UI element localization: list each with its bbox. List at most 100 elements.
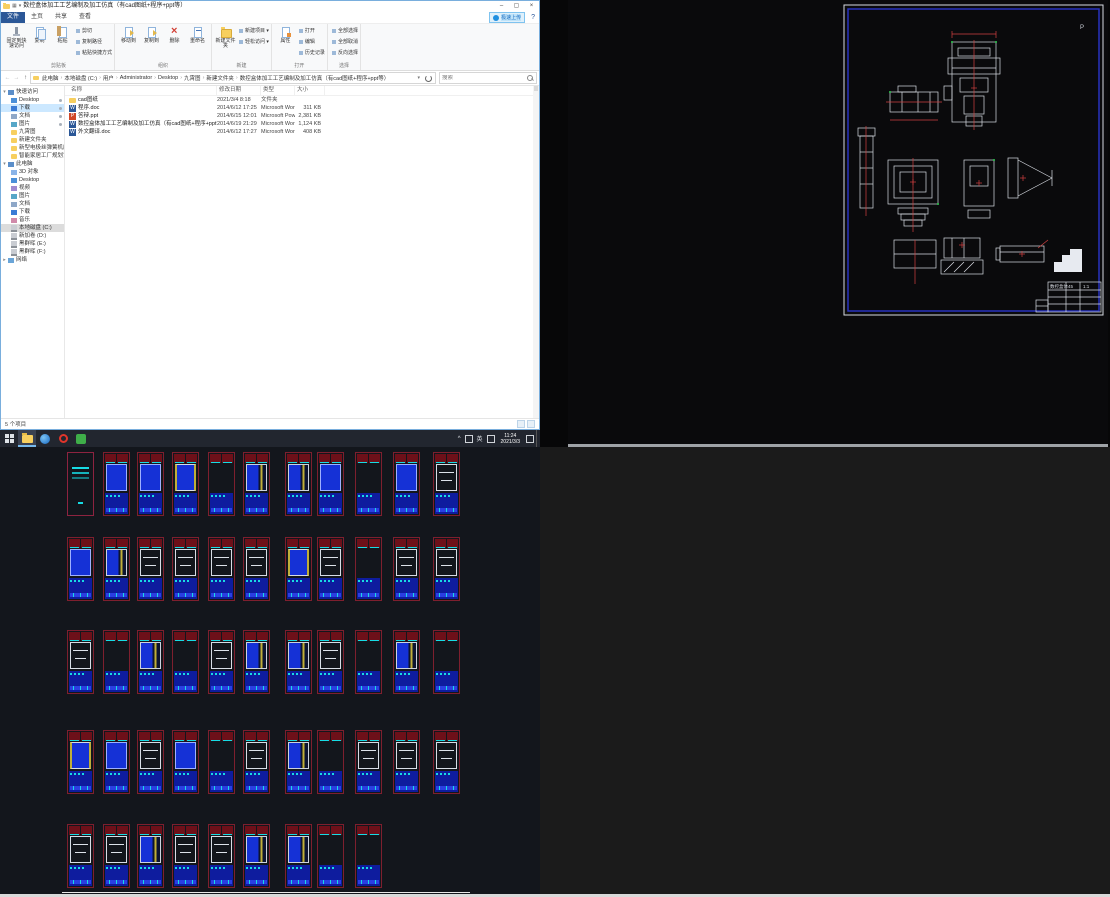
drawing-thumbnail[interactable] <box>137 824 164 888</box>
ribbon-button-重命名[interactable]: 重命名 <box>186 25 209 62</box>
sidebar-item-图片[interactable]: 图片 <box>1 192 64 200</box>
close-button[interactable]: × <box>524 1 539 12</box>
drawing-thumbnail[interactable] <box>137 537 164 601</box>
ribbon-button-新建文件夹[interactable]: 新建文件夹 <box>214 25 237 62</box>
file-row[interactable]: W数控盒体加工工艺编制及加工仿真（有cad图纸+程序+ppt等）.doc2014… <box>65 120 539 128</box>
drawing-thumbnail[interactable] <box>317 452 344 516</box>
drawing-thumbnail[interactable] <box>317 824 344 888</box>
file-row[interactable]: cad图纸2021/3/4 8:18文件夹 <box>65 96 539 104</box>
maximize-button[interactable]: ▢ <box>509 1 524 12</box>
ribbon-button-新建项目 ▾[interactable]: 新建项目 ▾ <box>239 25 269 36</box>
sidebar-item-新加卷 (D:)[interactable]: 新加卷 (D:) <box>1 232 64 240</box>
drawing-thumbnail[interactable] <box>433 537 460 601</box>
file-row[interactable]: W外文翻译.doc2014/6/12 17:27Microsoft Word .… <box>65 128 539 136</box>
drawing-thumbnail[interactable] <box>208 824 235 888</box>
drawing-thumbnail[interactable] <box>172 730 199 794</box>
drawing-thumbnail[interactable] <box>172 824 199 888</box>
sidebar-item-文档[interactable]: 文档 <box>1 112 64 120</box>
sidebar-root-此电脑[interactable]: ▾此电脑 <box>1 160 64 168</box>
sidebar-item-视频[interactable]: 视频 <box>1 184 64 192</box>
ribbon-button-删除[interactable]: 删除 <box>163 25 186 62</box>
tray-chevron-icon[interactable]: ^ <box>458 436 461 442</box>
sidebar-item-音乐[interactable]: 音乐 <box>1 216 64 224</box>
list-view-icon[interactable] <box>517 420 525 428</box>
drawing-thumbnail[interactable] <box>285 730 312 794</box>
drawing-thumbnail[interactable] <box>393 730 420 794</box>
address-box[interactable]: 此电脑›本地磁盘 (C:)›用户›Administrator›Desktop›九… <box>30 72 436 84</box>
drawing-thumbnail[interactable] <box>355 730 382 794</box>
drawing-thumbnail[interactable] <box>285 824 312 888</box>
tab-查看[interactable]: 查看 <box>73 12 97 23</box>
sidebar-item-黑群晖 (F:)[interactable]: 黑群晖 (F:) <box>1 248 64 256</box>
drawing-thumbnail[interactable] <box>243 537 270 601</box>
ribbon-button-属性[interactable]: 属性 <box>274 25 297 62</box>
sidebar-item-下载[interactable]: 下载 <box>1 104 64 112</box>
network-icon[interactable] <box>487 435 495 443</box>
drawing-thumbnail[interactable] <box>67 452 94 516</box>
drawing-thumbnail[interactable] <box>433 452 460 516</box>
ribbon-button-固定到快速访问[interactable]: 固定到快速访问 <box>5 25 28 62</box>
notification-icon[interactable] <box>526 435 534 443</box>
sidebar-item-本地磁盘 (C:)[interactable]: 本地磁盘 (C:) <box>1 224 64 232</box>
thumbnail-view-icon[interactable] <box>527 420 535 428</box>
ribbon-button-移动到[interactable]: 移动到 <box>117 25 140 62</box>
drawing-thumbnail[interactable] <box>393 537 420 601</box>
tray-app-icon[interactable] <box>465 435 473 443</box>
search-input[interactable] <box>440 75 527 81</box>
ribbon-button-历史记录[interactable]: 历史记录 <box>299 47 325 58</box>
drawing-thumbnail[interactable] <box>172 630 199 694</box>
sidebar-item-新型电极丝弹簧机床[interactable]: 新型电极丝弹簧机床 <box>1 144 64 152</box>
drawing-thumbnail[interactable] <box>67 537 94 601</box>
breadcrumb-item[interactable]: 九霄图 <box>183 74 202 82</box>
drawing-thumbnail[interactable] <box>208 537 235 601</box>
cad-drawing[interactable]: P <box>568 0 1108 444</box>
sidebar-item-3D 对象[interactable]: 3D 对象 <box>1 168 64 176</box>
cad-thumbnail-grid[interactable] <box>0 447 540 897</box>
drawing-thumbnail[interactable] <box>103 452 130 516</box>
drawing-thumbnail[interactable] <box>137 630 164 694</box>
sidebar-item-Desktop[interactable]: Desktop <box>1 176 64 184</box>
drawing-thumbnail[interactable] <box>103 824 130 888</box>
minimize-button[interactable]: – <box>494 1 509 12</box>
drawing-thumbnail[interactable] <box>67 824 94 888</box>
drawing-thumbnail[interactable] <box>137 452 164 516</box>
drawing-thumbnail[interactable] <box>103 537 130 601</box>
ribbon-button-粘贴快捷方式[interactable]: 粘贴快捷方式 <box>76 47 112 58</box>
up-icon[interactable]: ↑ <box>21 75 30 81</box>
breadcrumb-item[interactable]: 用户 <box>102 74 115 82</box>
drawing-thumbnail[interactable] <box>103 630 130 694</box>
taskbar-browser-icon[interactable] <box>36 430 54 447</box>
sidebar-root-网络[interactable]: ▸网络 <box>1 256 64 264</box>
ribbon-button-编辑[interactable]: 编辑 <box>299 36 325 47</box>
ribbon-button-剪切[interactable]: 剪切 <box>76 25 112 36</box>
drawing-thumbnail[interactable] <box>355 630 382 694</box>
drawing-thumbnail[interactable] <box>393 452 420 516</box>
column-header-名称[interactable]: 名称 <box>69 86 217 95</box>
sidebar-item-下载[interactable]: 下载 <box>1 208 64 216</box>
sidebar-root-快速访问[interactable]: ▾快速访问 <box>1 88 64 96</box>
drawing-thumbnail[interactable] <box>103 730 130 794</box>
help-button[interactable]: ? <box>531 14 535 21</box>
drawing-thumbnail[interactable] <box>317 537 344 601</box>
drawing-thumbnail[interactable] <box>243 452 270 516</box>
breadcrumb-item[interactable]: 新建文件夹 <box>205 74 235 82</box>
file-row[interactable]: W程序.doc2014/6/12 17:25Microsoft Word ...… <box>65 104 539 112</box>
breadcrumb-item[interactable]: 本地磁盘 (C:) <box>63 74 98 82</box>
breadcrumb-item[interactable]: 数控盒体加工工艺编制及加工仿真（有cad图纸+程序+ppt等） <box>239 74 390 82</box>
ribbon-button-复制到[interactable]: 复制到 <box>140 25 163 62</box>
taskbar-opera-icon[interactable] <box>54 430 72 447</box>
sidebar-item-文档[interactable]: 文档 <box>1 200 64 208</box>
drawing-thumbnail[interactable] <box>355 452 382 516</box>
drawing-thumbnail[interactable] <box>243 824 270 888</box>
drawing-thumbnail[interactable] <box>355 824 382 888</box>
tree-arrow-icon[interactable]: ▸ <box>1 256 8 264</box>
drawing-thumbnail[interactable] <box>433 630 460 694</box>
sidebar-item-Desktop[interactable]: Desktop <box>1 96 64 104</box>
column-header-大小[interactable]: 大小 <box>295 86 325 95</box>
sidebar-item-图片[interactable]: 图片 <box>1 120 64 128</box>
tree-arrow-icon[interactable]: ▾ <box>1 160 8 168</box>
sidebar-item-智能家居工厂规划设计[interactable]: 智能家居工厂规划设计 <box>1 152 64 160</box>
drawing-thumbnail[interactable] <box>393 630 420 694</box>
drawing-thumbnail[interactable] <box>137 730 164 794</box>
file-row[interactable]: P答辩.ppt2014/6/15 12:01Microsoft Powe...2… <box>65 112 539 120</box>
